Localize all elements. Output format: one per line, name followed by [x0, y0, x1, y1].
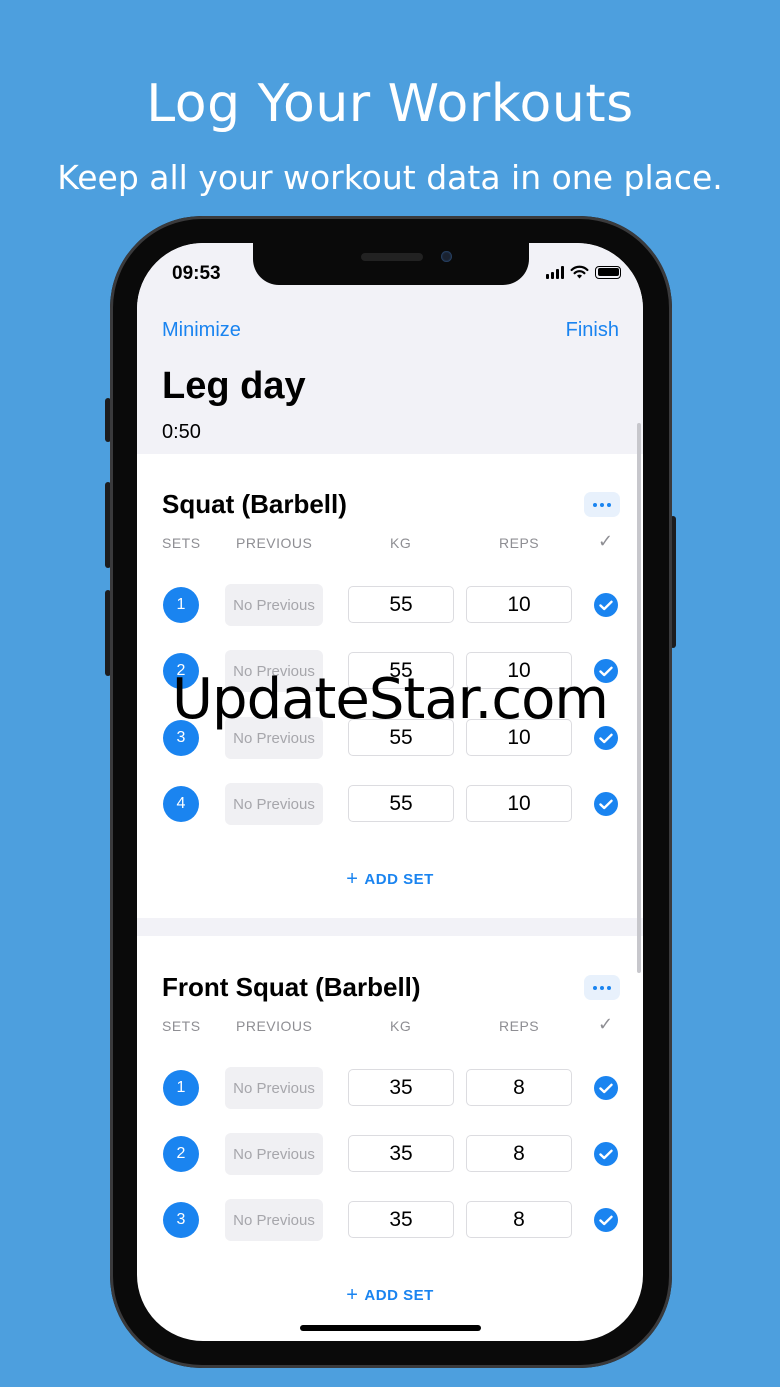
- reps-input[interactable]: 8: [466, 1135, 572, 1172]
- set-number[interactable]: 4: [163, 786, 199, 822]
- set-complete-check-icon[interactable]: [594, 792, 618, 816]
- plus-icon: +: [346, 868, 359, 890]
- status-icons: [546, 265, 621, 279]
- speaker-grille: [361, 253, 423, 261]
- exercise-title[interactable]: Front Squat (Barbell): [162, 972, 421, 1003]
- camera-icon: [441, 251, 452, 262]
- previous-value: No Previous: [225, 584, 323, 626]
- set-number[interactable]: 2: [163, 1136, 199, 1172]
- add-set-button[interactable]: + ADD SET: [137, 1283, 643, 1306]
- reps-input[interactable]: 10: [466, 586, 572, 623]
- previous-value: No Previous: [225, 1133, 323, 1175]
- kg-input[interactable]: 35: [348, 1069, 454, 1106]
- kg-input[interactable]: 55: [348, 586, 454, 623]
- finish-button[interactable]: Finish: [566, 319, 619, 342]
- status-time: 09:53: [172, 263, 221, 284]
- reps-input[interactable]: 8: [466, 1069, 572, 1106]
- col-previous: PREVIOUS: [236, 1018, 313, 1034]
- col-done-check-icon: ✓: [598, 1014, 614, 1034]
- set-number[interactable]: 3: [163, 1202, 199, 1238]
- set-number[interactable]: 1: [163, 1070, 199, 1106]
- exercise-more-button[interactable]: [584, 492, 620, 517]
- previous-value: No Previous: [225, 1199, 323, 1241]
- add-set-button[interactable]: + ADD SET: [137, 867, 643, 890]
- plus-icon: +: [346, 1284, 359, 1306]
- reps-input[interactable]: 8: [466, 1201, 572, 1238]
- add-set-label: ADD SET: [364, 1287, 434, 1304]
- minimize-button[interactable]: Minimize: [162, 319, 241, 342]
- previous-value: No Previous: [225, 1067, 323, 1109]
- promo-subtitle: Keep all your workout data in one place.: [57, 158, 723, 197]
- set-row: 2 No Previous 35 8: [137, 1133, 643, 1175]
- col-reps: REPS: [499, 1018, 540, 1034]
- col-reps: REPS: [499, 535, 540, 551]
- home-indicator[interactable]: [300, 1325, 481, 1331]
- watermark-text: UpdateStar.com: [172, 667, 609, 732]
- reps-input[interactable]: 10: [466, 785, 572, 822]
- wifi-icon: [570, 265, 589, 279]
- col-sets: SETS: [162, 1018, 201, 1034]
- kg-input[interactable]: 35: [348, 1201, 454, 1238]
- promo-title: Log Your Workouts: [146, 74, 634, 134]
- set-row: 1 No Previous 55 10: [137, 584, 643, 626]
- col-sets: SETS: [162, 535, 201, 551]
- set-complete-check-icon[interactable]: [594, 1076, 618, 1100]
- workout-title[interactable]: Leg day: [162, 365, 306, 408]
- col-done-check-icon: ✓: [598, 531, 614, 551]
- exercise-more-button[interactable]: [584, 975, 620, 1000]
- set-complete-check-icon[interactable]: [594, 1208, 618, 1232]
- col-kg: KG: [390, 1018, 412, 1034]
- phone-notch: [253, 243, 529, 285]
- app-screen: Minimize Finish Leg day 0:50 09:53 Squat…: [137, 243, 643, 1341]
- kg-input[interactable]: 35: [348, 1135, 454, 1172]
- previous-value: No Previous: [225, 783, 323, 825]
- workout-timer: 0:50: [162, 421, 201, 443]
- set-row: 3 No Previous 35 8: [137, 1199, 643, 1241]
- kg-input[interactable]: 55: [348, 785, 454, 822]
- col-kg: KG: [390, 535, 412, 551]
- set-complete-check-icon[interactable]: [594, 593, 618, 617]
- exercise-title[interactable]: Squat (Barbell): [162, 489, 347, 520]
- signal-icon: [546, 265, 564, 279]
- set-number[interactable]: 1: [163, 587, 199, 623]
- set-row: 4 No Previous 55 10: [137, 783, 643, 825]
- add-set-label: ADD SET: [364, 871, 434, 888]
- set-row: 1 No Previous 35 8: [137, 1067, 643, 1109]
- battery-icon: [595, 265, 621, 279]
- section-separator: [137, 918, 643, 936]
- set-complete-check-icon[interactable]: [594, 1142, 618, 1166]
- col-previous: PREVIOUS: [236, 535, 313, 551]
